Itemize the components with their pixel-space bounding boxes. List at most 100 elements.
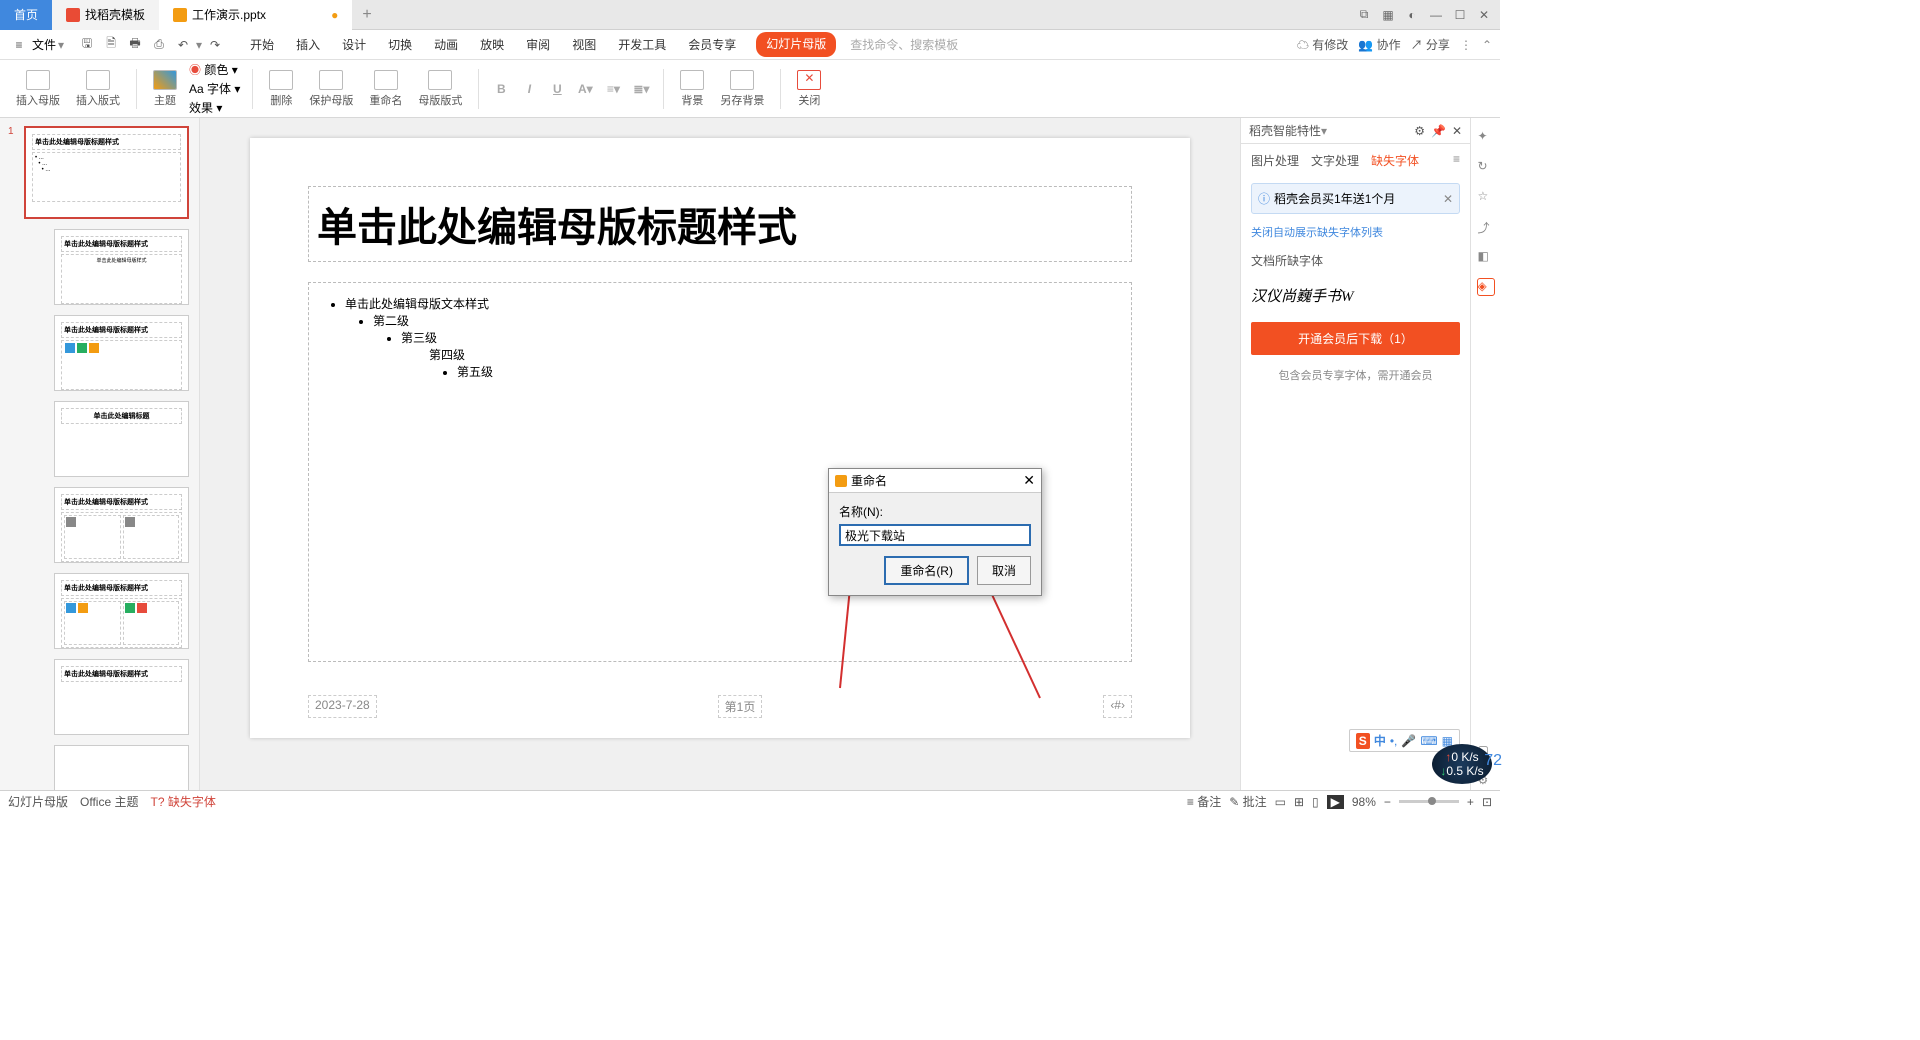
download-button[interactable]: 开通会员后下载（1） xyxy=(1251,322,1460,355)
tab-document[interactable]: 工作演示.pptx● xyxy=(159,0,352,30)
status-mode[interactable]: 幻灯片母版 xyxy=(8,793,68,810)
insert-layout[interactable]: 插入版式 xyxy=(72,70,124,108)
italic-button[interactable]: I xyxy=(519,79,539,99)
ime-lang[interactable]: 中 xyxy=(1374,732,1386,749)
dialog-close-button[interactable]: ✕ xyxy=(1023,472,1035,489)
banner-close-icon[interactable]: ✕ xyxy=(1443,192,1453,206)
rename-confirm-button[interactable]: 重命名(R) xyxy=(884,556,969,585)
side-tool-icon[interactable]: ◧ xyxy=(1477,248,1495,266)
minimize-button[interactable]: — xyxy=(1426,5,1446,25)
menu-start[interactable]: 开始 xyxy=(248,32,276,57)
date-placeholder[interactable]: 2023-7-28 xyxy=(308,695,377,718)
zoom-out-button[interactable]: − xyxy=(1384,795,1391,809)
menu-slideshow[interactable]: 放映 xyxy=(478,32,506,57)
view-sorter-icon[interactable]: ⊞ xyxy=(1294,795,1304,809)
view-reading-icon[interactable]: ▯ xyxy=(1312,795,1319,809)
new-tab-button[interactable]: + xyxy=(352,6,381,24)
slide-master[interactable]: 单击此处编辑母版标题样式 单击此处编辑母版文本样式 第二级 第三级 第四级 第五… xyxy=(250,138,1190,738)
menu-insert[interactable]: 插入 xyxy=(294,32,322,57)
avatar-icon[interactable]: ◐ xyxy=(1402,5,1422,25)
layout-thumb[interactable]: 单击此处编辑母版标题样式单击此处编辑母版样式 xyxy=(24,229,195,305)
maximize-button[interactable]: ☐ xyxy=(1450,5,1470,25)
master-layout[interactable]: 母版版式 xyxy=(414,70,466,108)
rtab-menu-icon[interactable]: ≡ xyxy=(1453,152,1460,169)
layout-thumb[interactable]: 单击此处编辑母版标题样式 xyxy=(24,315,195,391)
layout-thumb[interactable]: 单击此处编辑标题 xyxy=(24,401,195,477)
menu-member[interactable]: 会员专享 xyxy=(686,32,738,57)
effects-dropdown[interactable]: 效果 ▾ xyxy=(189,99,240,116)
layout-thumb[interactable]: 单击此处编辑母版标题样式 xyxy=(24,573,195,649)
comments-toggle[interactable]: ✎ 批注 xyxy=(1229,793,1266,810)
insert-master[interactable]: 插入母版 xyxy=(12,70,64,108)
name-input[interactable] xyxy=(839,524,1031,546)
zoom-in-button[interactable]: + xyxy=(1467,795,1474,809)
close-button[interactable]: ✕ xyxy=(1474,5,1494,25)
network-widget[interactable]: ↑0 K/s ↓0.5 K/s 72 xyxy=(1432,744,1492,784)
ime-voice-icon[interactable]: 🎤 xyxy=(1401,734,1416,748)
command-search[interactable]: 查找命令、搜索模板 xyxy=(850,36,958,53)
tab-home[interactable]: 首页 xyxy=(0,0,52,30)
print-icon[interactable]: 🖶 xyxy=(124,34,146,56)
file-menu[interactable]: 文件 xyxy=(32,36,56,53)
view-normal-icon[interactable]: ▭ xyxy=(1275,795,1286,809)
status-theme[interactable]: Office 主题 xyxy=(80,793,138,810)
side-export-icon[interactable]: ⤴ xyxy=(1477,218,1495,236)
layout-thumb[interactable] xyxy=(24,745,195,790)
side-docer-icon[interactable]: ◈ xyxy=(1477,278,1495,296)
notes-toggle[interactable]: ≡ 备注 xyxy=(1187,793,1221,810)
master-thumb[interactable]: 1单击此处编辑母版标题样式• ... • ... • ... xyxy=(24,126,195,219)
undo-icon[interactable]: ↶ xyxy=(172,34,194,56)
side-ai-icon[interactable]: ✦ xyxy=(1477,128,1495,146)
bullets-button[interactable]: ≡▾ xyxy=(603,79,623,99)
layout-thumb[interactable]: 单击此处编辑母版标题样式 xyxy=(24,659,195,735)
menu-transition[interactable]: 切换 xyxy=(386,32,414,57)
apps-icon[interactable]: ▦ xyxy=(1378,5,1398,25)
save-icon[interactable]: 🖫 xyxy=(76,34,98,56)
protect-master[interactable]: 保护母版 xyxy=(305,70,357,108)
rtab-text[interactable]: 文字处理 xyxy=(1311,152,1359,169)
background[interactable]: 背景 xyxy=(676,70,708,108)
panel-close-icon[interactable]: ✕ xyxy=(1452,124,1462,138)
delete[interactable]: 删除 xyxy=(265,70,297,108)
pin-icon[interactable]: 📌 xyxy=(1431,124,1446,138)
numbering-button[interactable]: ≣▾ xyxy=(631,79,651,99)
theme[interactable]: 主题 xyxy=(149,70,181,108)
menu-icon[interactable]: ≡ xyxy=(8,34,30,56)
saveas-icon[interactable]: 🗎 xyxy=(100,34,122,56)
status-missing-fonts[interactable]: T? 缺失字体 xyxy=(150,793,215,810)
bold-button[interactable]: B xyxy=(491,79,511,99)
preview-icon[interactable]: ⎙ xyxy=(148,34,170,56)
menu-design[interactable]: 设计 xyxy=(340,32,368,57)
fonts-dropdown[interactable]: Aa 字体 ▾ xyxy=(189,80,240,97)
settings-icon[interactable]: ⚙ xyxy=(1414,124,1425,138)
menu-dev[interactable]: 开发工具 xyxy=(616,32,668,57)
underline-button[interactable]: U xyxy=(547,79,567,99)
rtab-fonts[interactable]: 缺失字体 xyxy=(1371,152,1419,169)
cloud-status[interactable]: ☁ 有修改 xyxy=(1297,36,1348,53)
missing-font-item[interactable]: 汉仪尚巍手书W xyxy=(1241,277,1470,314)
fit-button[interactable]: ⊡ xyxy=(1482,795,1492,809)
pagenum-placeholder[interactable]: ‹#› xyxy=(1103,695,1132,718)
font-color-button[interactable]: A▾ xyxy=(575,79,595,99)
cancel-button[interactable]: 取消 xyxy=(977,556,1031,585)
menu-animation[interactable]: 动画 xyxy=(432,32,460,57)
zoom-slider[interactable] xyxy=(1399,800,1459,803)
tab-templates[interactable]: 找稻壳模板 xyxy=(52,0,159,30)
save-background[interactable]: 另存背景 xyxy=(716,70,768,108)
view-slideshow-icon[interactable]: ▶ xyxy=(1327,795,1344,809)
redo-icon[interactable]: ↷ xyxy=(204,34,226,56)
side-star-icon[interactable]: ☆ xyxy=(1477,188,1495,206)
share-button[interactable]: ↗ 分享 xyxy=(1411,36,1450,53)
side-sync-icon[interactable]: ↻ xyxy=(1477,158,1495,176)
promo-banner[interactable]: ⓘ稻壳会员买1年送1个月 ✕ xyxy=(1251,183,1460,214)
menu-view[interactable]: 视图 xyxy=(570,32,598,57)
rename[interactable]: 重命名 xyxy=(365,70,406,108)
rtab-image[interactable]: 图片处理 xyxy=(1251,152,1299,169)
zoom-level[interactable]: 98% xyxy=(1352,795,1376,809)
menu-review[interactable]: 审阅 xyxy=(524,32,552,57)
colors-dropdown[interactable]: ◉ 颜色 ▾ xyxy=(189,61,240,78)
ime-punct-icon[interactable]: •, xyxy=(1390,734,1398,748)
close-autoshow-link[interactable]: 关闭自动展示缺失字体列表 xyxy=(1241,220,1470,244)
layout-thumb[interactable]: 单击此处编辑母版标题样式 xyxy=(24,487,195,563)
slide-title-placeholder[interactable]: 单击此处编辑母版标题样式 xyxy=(308,186,1132,262)
